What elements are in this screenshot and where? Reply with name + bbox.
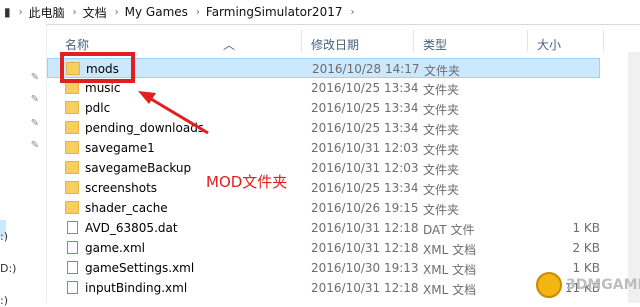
file-type: 文件夹 bbox=[424, 64, 461, 78]
file-row-savegamebackup[interactable]: savegameBackup 2016/10/31 12:03 文件夹 bbox=[47, 158, 600, 178]
file-row-savegame1[interactable]: savegame1 2016/10/31 12:03 文件夹 bbox=[47, 138, 600, 158]
nav-drive-label[interactable]: :) bbox=[0, 294, 8, 307]
file-row-shader-cache[interactable]: shader_cache 2016/10/26 19:15 文件夹 bbox=[47, 198, 600, 218]
file-row-inputbinding-xml[interactable]: inputBinding.xml 2016/10/31 12:18 XML 文档… bbox=[47, 278, 600, 298]
file-row-game-xml[interactable]: game.xml 2016/10/31 12:18 XML 文档 2 KB bbox=[47, 238, 600, 258]
chevron-right-icon[interactable]: › bbox=[350, 7, 354, 18]
file-date: 2016/10/25 13:34 bbox=[311, 81, 419, 95]
breadcrumb-item-this-pc[interactable]: 此电脑 bbox=[29, 4, 65, 21]
file-type: 文件夹 bbox=[423, 203, 460, 217]
file-size: 2 KB bbox=[572, 241, 600, 255]
chevron-right-icon: › bbox=[18, 6, 23, 18]
file-name: game.xml bbox=[85, 241, 145, 255]
watermark-mascot-icon bbox=[536, 272, 562, 298]
nav-drive-label[interactable]: D:) bbox=[0, 262, 16, 275]
file-name: shader_cache bbox=[85, 201, 168, 215]
file-name: AVD_63805.dat bbox=[85, 221, 178, 235]
file-row-screenshots[interactable]: screenshots 2016/10/25 13:34 文件夹 bbox=[47, 178, 600, 198]
chevron-right-icon[interactable]: › bbox=[115, 7, 119, 18]
breadcrumb-item-documents[interactable]: 文档 bbox=[83, 4, 107, 21]
file-row-avd-dat[interactable]: AVD_63805.dat 2016/10/31 12:18 DAT 文件 1 … bbox=[47, 218, 600, 238]
file-date: 2016/10/26 19:15 bbox=[311, 201, 419, 215]
folder-icon bbox=[65, 181, 79, 194]
column-header-date[interactable]: 修改日期 bbox=[311, 36, 359, 53]
nav-drive-label[interactable]: :) bbox=[0, 230, 8, 243]
file-name: pending_downloads bbox=[85, 121, 205, 135]
xml-file-icon bbox=[67, 241, 78, 254]
file-date: 2016/10/25 13:34 bbox=[311, 101, 419, 115]
file-name: pdlc bbox=[85, 101, 111, 115]
column-header-type[interactable]: 类型 bbox=[423, 36, 447, 53]
breadcrumb-item-farmingsimulator2017[interactable]: FarmingSimulator2017 bbox=[206, 5, 343, 19]
column-divider[interactable] bbox=[527, 30, 528, 52]
pin-icon[interactable]: ✎ bbox=[30, 140, 40, 152]
pin-icon[interactable]: ✎ bbox=[30, 118, 40, 130]
file-icon bbox=[67, 221, 78, 234]
file-date: 2016/10/25 13:34 bbox=[311, 181, 419, 195]
file-name: inputBinding.xml bbox=[85, 281, 188, 295]
xml-file-icon bbox=[67, 281, 78, 294]
file-date: 2016/10/31 12:18 bbox=[311, 221, 419, 235]
folder-icon bbox=[65, 101, 79, 114]
file-type: XML 文档 bbox=[423, 263, 477, 277]
file-name: savegameBackup bbox=[85, 161, 192, 175]
file-date: 2016/10/31 12:03 bbox=[311, 161, 419, 175]
navigation-pane[interactable]: ✎ ✎ ✎ ✎ :) D:) :) bbox=[0, 24, 47, 307]
file-size: 1 KB bbox=[572, 221, 600, 235]
chevron-right-icon[interactable]: › bbox=[73, 7, 77, 18]
file-type: 文件夹 bbox=[423, 83, 460, 97]
folder-icon bbox=[65, 141, 79, 154]
column-header-size[interactable]: 大小 bbox=[537, 36, 561, 53]
folder-icon bbox=[65, 201, 79, 214]
file-name: screenshots bbox=[85, 181, 158, 195]
file-type: 文件夹 bbox=[423, 163, 460, 177]
file-date: 2016/10/28 14:17 bbox=[312, 62, 420, 76]
address-bar[interactable]: ▮ › 此电脑 › 文档 › My Games › FarmingSimulat… bbox=[0, 0, 640, 25]
file-name: savegame1 bbox=[85, 141, 155, 155]
file-name: gameSettings.xml bbox=[85, 261, 195, 275]
file-type: XML 文档 bbox=[423, 283, 477, 297]
file-date: 2016/10/25 13:34 bbox=[311, 121, 419, 135]
sort-ascending-icon: ︿ bbox=[223, 38, 236, 52]
file-type: 文件夹 bbox=[423, 123, 460, 137]
column-divider[interactable] bbox=[301, 30, 302, 52]
file-date: 2016/10/31 12:03 bbox=[311, 141, 419, 155]
file-type: 文件夹 bbox=[423, 103, 460, 117]
xml-file-icon bbox=[67, 261, 78, 274]
watermark-logo: 3DMGAME bbox=[536, 270, 640, 300]
vertical-scrollbar[interactable] bbox=[628, 52, 640, 303]
pin-icon[interactable]: ✎ bbox=[30, 72, 40, 84]
file-date: 2016/10/31 12:18 bbox=[311, 281, 419, 295]
file-type: DAT 文件 bbox=[423, 223, 475, 237]
computer-icon: ▮ bbox=[4, 5, 11, 19]
file-name: music bbox=[85, 81, 121, 95]
column-divider[interactable] bbox=[413, 30, 414, 52]
chevron-right-icon[interactable]: › bbox=[196, 7, 200, 18]
file-date: 2016/10/31 12:18 bbox=[311, 241, 419, 255]
annotation-highlight-box bbox=[60, 52, 135, 83]
column-header-row: ︿ 名称 修改日期 类型 大小 bbox=[47, 24, 640, 52]
annotation-label: MOD文件夹 bbox=[206, 173, 288, 191]
column-header-name[interactable]: 名称 bbox=[65, 36, 89, 53]
pin-icon[interactable]: ✎ bbox=[30, 94, 40, 106]
breadcrumb-item-my-games[interactable]: My Games bbox=[125, 5, 188, 19]
watermark-text: 3DMGAME bbox=[566, 277, 640, 293]
file-date: 2016/10/30 19:13 bbox=[311, 261, 419, 275]
folder-icon bbox=[65, 161, 79, 174]
file-row-pdlc[interactable]: pdlc 2016/10/25 13:34 文件夹 bbox=[47, 98, 600, 118]
column-divider[interactable] bbox=[603, 30, 604, 52]
file-type: 文件夹 bbox=[423, 183, 460, 197]
file-row-pending-downloads[interactable]: pending_downloads 2016/10/25 13:34 文件夹 bbox=[47, 118, 600, 138]
file-type: 文件夹 bbox=[423, 143, 460, 157]
file-type: XML 文档 bbox=[423, 243, 477, 257]
folder-icon bbox=[65, 121, 79, 134]
file-row-gamesettings-xml[interactable]: gameSettings.xml 2016/10/30 19:13 XML 文档… bbox=[47, 258, 600, 278]
